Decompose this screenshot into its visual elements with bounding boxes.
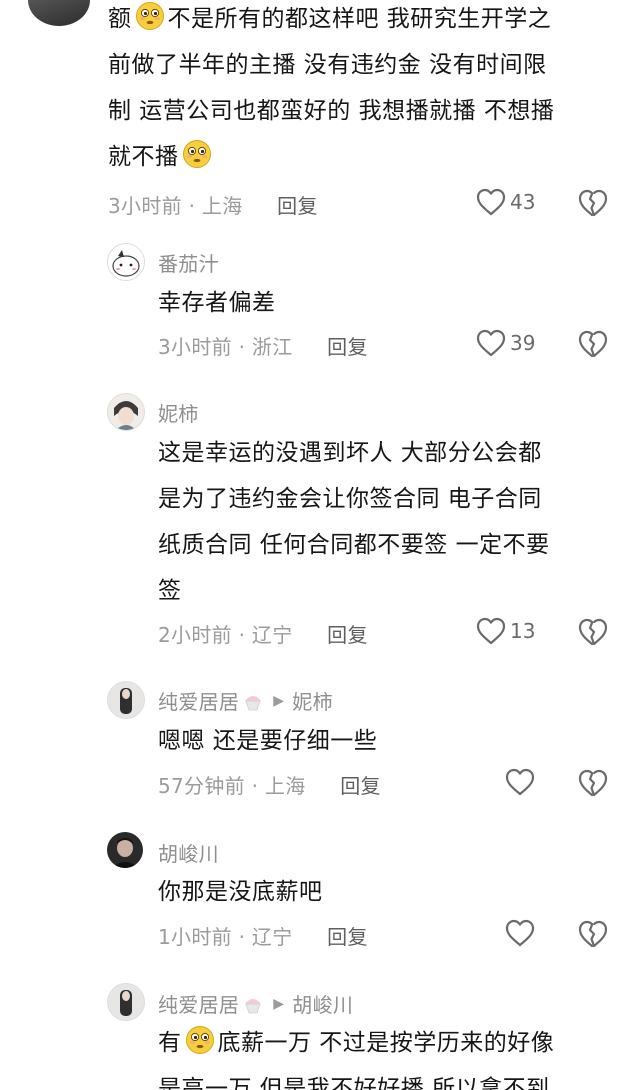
reply-arrow-icon: ▶: [273, 692, 285, 709]
dislike-button[interactable]: [578, 768, 608, 802]
comment-text: 有底薪一万 不过是按学历来的好像 是高一万 但是我不好好播 所以拿不到: [158, 1020, 628, 1090]
broken-heart-icon: [578, 617, 608, 647]
comment-text: 你那是没底薪吧: [158, 879, 323, 905]
like-button[interactable]: [505, 768, 535, 796]
comment-line: 前做了半年的主播 没有违约金 没有时间限: [108, 52, 547, 78]
like-button[interactable]: 39: [476, 329, 535, 357]
avatar[interactable]: [107, 832, 143, 868]
avatar[interactable]: [107, 243, 145, 281]
comment-author[interactable]: 胡峻川: [158, 838, 219, 867]
dislike-button[interactable]: [578, 617, 608, 651]
comment-text: 这是幸运的没遇到坏人 大部分公会都 是为了违约金会让你签合同 电子合同 纸质合同…: [158, 430, 628, 614]
avatar[interactable]: [28, 0, 90, 26]
comment-author[interactable]: 纯爱居居: [158, 989, 239, 1018]
comment-line: 是高一万 但是我不好好播 所以拿不到: [158, 1076, 550, 1090]
dislike-button[interactable]: [578, 329, 608, 363]
comment-meta: 3小时前 · 浙江 回复: [158, 331, 368, 360]
comment-author-line: 纯爱居居 ▶ 妮柿: [158, 686, 333, 715]
heart-outline-icon: [505, 768, 535, 796]
comment-author-line: 纯爱居居 ▶ 胡峻川: [158, 989, 353, 1018]
reply-to-user[interactable]: 胡峻川: [292, 989, 353, 1018]
broken-heart-icon: [578, 188, 608, 218]
like-count: 13: [510, 619, 536, 643]
comment-author[interactable]: 妮柿: [158, 398, 199, 427]
flushed-emoji-icon: [135, 1, 165, 31]
comment-meta: 3小时前 · 上海 回复: [108, 190, 318, 219]
reply-arrow-icon: ▶: [273, 995, 285, 1012]
broken-heart-icon: [578, 329, 608, 359]
like-count: 43: [510, 190, 536, 214]
reply-button[interactable]: 回复: [277, 194, 318, 218]
avatar[interactable]: [107, 681, 145, 719]
reply-button[interactable]: 回复: [327, 925, 368, 949]
comment-author[interactable]: 番茄汁: [158, 248, 219, 277]
reply-button[interactable]: 回复: [327, 335, 368, 359]
heart-outline-icon: [476, 329, 506, 357]
comment-line: 就不播: [108, 134, 628, 180]
comment-time: 3小时前 · 浙江: [158, 335, 293, 359]
like-count: 39: [510, 331, 536, 355]
like-button[interactable]: 43: [476, 188, 535, 216]
reply-button[interactable]: 回复: [340, 774, 381, 798]
comment-meta: 1小时前 · 辽宁 回复: [158, 921, 368, 950]
comment-text: 嗯嗯 还是要仔细一些: [158, 728, 378, 754]
comment-author[interactable]: 纯爱居居: [158, 686, 239, 715]
dislike-button[interactable]: [578, 188, 608, 222]
reply-to-user[interactable]: 妮柿: [292, 686, 333, 715]
heart-outline-icon: [505, 919, 535, 947]
heart-outline-icon: [476, 617, 506, 645]
comment-line: 纸质合同 任何合同都不要签 一定不要: [158, 532, 550, 558]
comment-line: 有底薪一万 不过是按学历来的好像: [158, 1020, 628, 1066]
flushed-emoji-icon: [185, 1025, 215, 1055]
shaved-ice-icon: [245, 998, 262, 1013]
comment-time: 2小时前 · 辽宁: [158, 623, 293, 647]
heart-outline-icon: [476, 188, 506, 216]
like-button[interactable]: 13: [476, 617, 535, 645]
comment-time: 1小时前 · 辽宁: [158, 925, 293, 949]
flushed-emoji-icon: [182, 139, 212, 169]
shaved-ice-icon: [245, 695, 262, 710]
comment-text: 幸存者偏差: [158, 290, 276, 316]
comment-line: 这是幸运的没遇到坏人 大部分公会都: [158, 440, 542, 466]
like-button[interactable]: [505, 919, 535, 947]
comment-text: 额不是所有的都这样吧 我研究生开学之 前做了半年的主播 没有违约金 没有时间限 …: [108, 0, 628, 180]
avatar[interactable]: [107, 393, 145, 431]
avatar[interactable]: [107, 983, 145, 1021]
broken-heart-icon: [578, 919, 608, 949]
comment-line: 额不是所有的都这样吧 我研究生开学之: [108, 0, 628, 42]
dislike-button[interactable]: [578, 919, 608, 953]
broken-heart-icon: [578, 768, 608, 798]
comment-line: 是为了违约金会让你签合同 电子合同: [158, 486, 542, 512]
comment-meta: 2小时前 · 辽宁 回复: [158, 619, 368, 648]
reply-button[interactable]: 回复: [327, 623, 368, 647]
comment-line: 签: [158, 578, 182, 604]
comment-time: 57分钟前 · 上海: [158, 774, 306, 798]
comment-time: 3小时前 · 上海: [108, 194, 243, 218]
comment-line: 制 运营公司也都蛮好的 我想播就播 不想播: [108, 98, 555, 124]
comment-meta: 57分钟前 · 上海 回复: [158, 770, 381, 799]
